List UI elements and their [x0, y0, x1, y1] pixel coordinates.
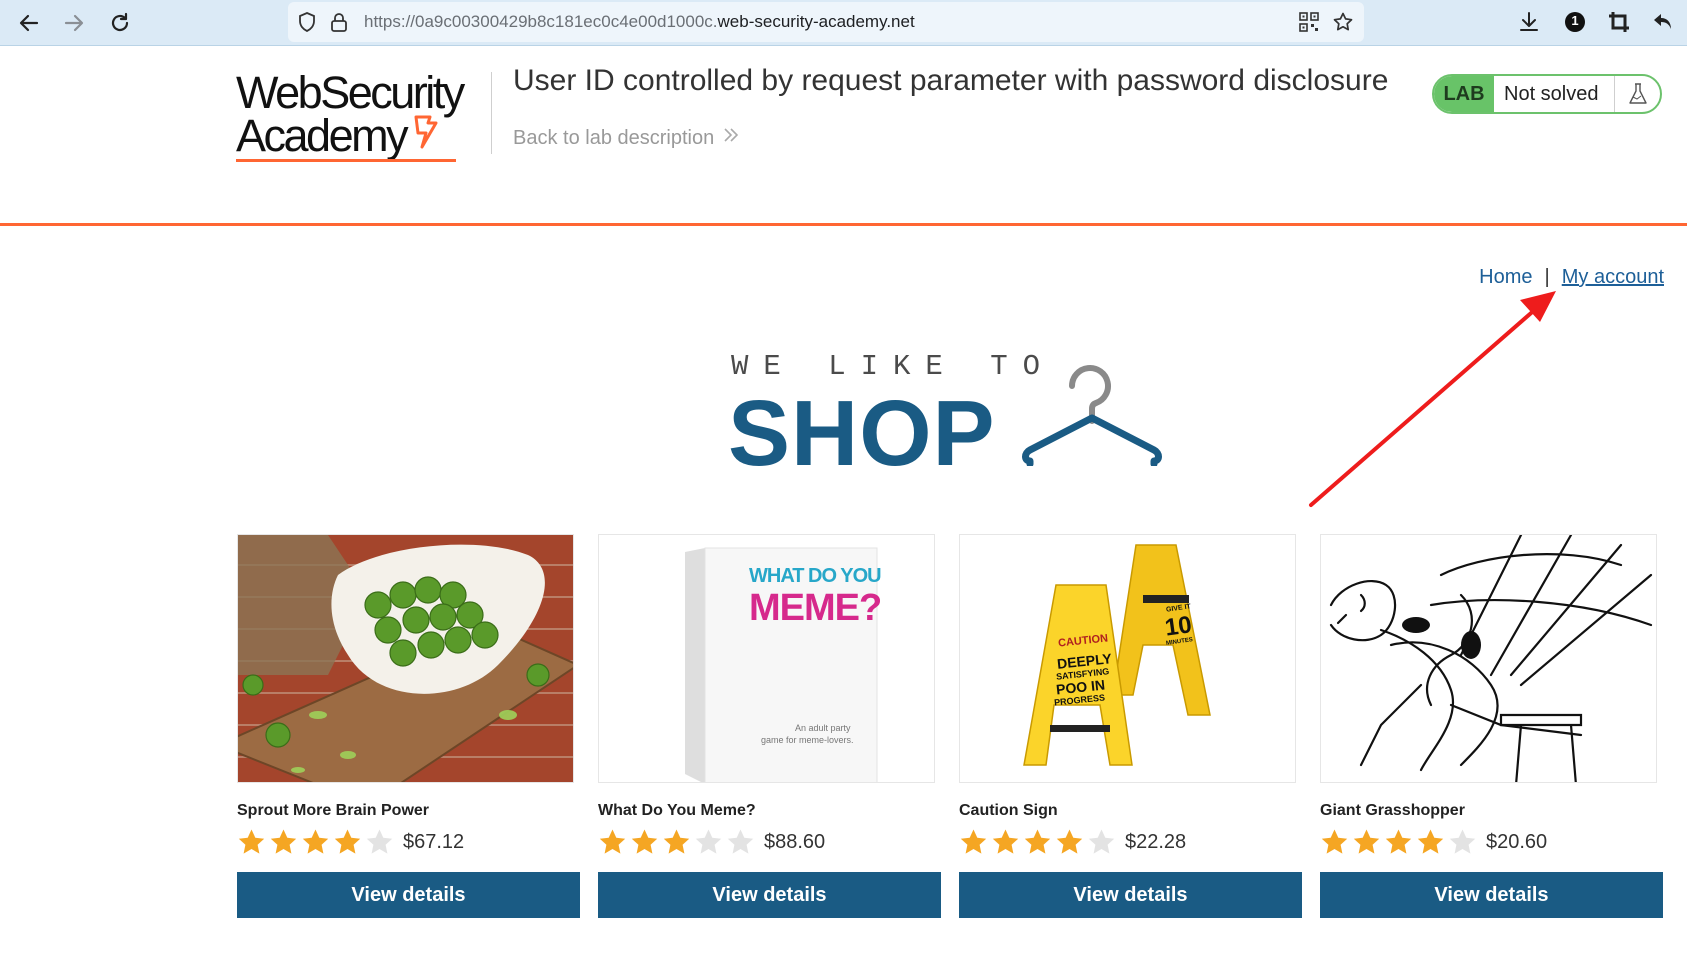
star-filled-icon	[1321, 829, 1348, 854]
view-details-button[interactable]: View details	[237, 872, 580, 918]
star-filled-icon	[334, 829, 361, 854]
forward-arrow-icon[interactable]	[59, 8, 89, 38]
qr-code-icon[interactable]	[1298, 11, 1320, 33]
shield-icon[interactable]	[296, 11, 318, 33]
logo-underline	[236, 159, 456, 162]
meme-box-title-line2: MEME?	[749, 587, 882, 629]
logo-line-2: Academy	[236, 110, 409, 161]
product-name: What Do You Meme?	[598, 802, 756, 819]
star-filled-icon	[1385, 829, 1412, 854]
product-rating: $22.28	[959, 828, 1302, 856]
star-filled-icon	[1056, 829, 1083, 854]
top-nav: Home | My account	[1479, 266, 1664, 289]
star-filled-icon	[1024, 829, 1051, 854]
star-empty-icon	[1088, 829, 1115, 854]
view-details-button[interactable]: View details	[959, 872, 1302, 918]
product-price: $88.60	[764, 830, 826, 853]
meme-box-title-line1: WHAT DO YOU	[749, 565, 882, 587]
nav-separator: |	[1544, 266, 1550, 288]
product-price: $67.12	[403, 830, 465, 853]
star-filled-icon	[238, 829, 265, 854]
star-empty-icon	[695, 829, 722, 854]
star-filled-icon	[270, 829, 297, 854]
back-link-label: Back to lab description	[513, 126, 715, 149]
download-icon[interactable]	[1517, 10, 1541, 34]
hero-tagline: WE LIKE TO	[731, 350, 1056, 383]
my-account-link[interactable]: My account	[1562, 266, 1664, 289]
profile-badge-count: 1	[1571, 13, 1579, 28]
lab-status-widget: LAB Not solved	[1432, 74, 1662, 114]
product-name: Caution Sign	[959, 802, 1058, 819]
star-filled-icon	[992, 829, 1019, 854]
double-chevron-right-icon	[722, 126, 740, 150]
url-prefix: https://0a9c00300429b8c181ec0c4e00d1000c…	[364, 12, 718, 31]
product-name: Sprout More Brain Power	[237, 802, 430, 819]
star-filled-icon	[302, 829, 329, 854]
logo-line-1: WebSecurity	[236, 67, 465, 118]
product-rating: $88.60	[598, 828, 941, 856]
star-filled-icon	[1417, 829, 1444, 854]
star-filled-icon	[960, 829, 987, 854]
star-empty-icon	[727, 829, 754, 854]
product-card: Giant Grasshopper $20.60 View details	[1320, 534, 1663, 918]
meme-box-footer-line1: An adult party	[795, 723, 851, 733]
product-price: $22.28	[1125, 830, 1187, 853]
hero-title: SHOP	[728, 381, 996, 485]
product-image-brussels-sprouts[interactable]	[237, 534, 574, 783]
lab-title: User ID controlled by request parameter …	[513, 64, 1389, 97]
coat-hanger-icon	[1018, 352, 1170, 471]
lab-badge: LAB	[1434, 76, 1494, 112]
lab-status-text: Not solved	[1504, 82, 1599, 105]
star-filled-icon	[631, 829, 658, 854]
star-filled-icon	[599, 829, 626, 854]
meme-box-footer-line2: game for meme-lovers.	[761, 735, 854, 745]
product-price: $20.60	[1486, 830, 1548, 853]
product-card: WHAT DO YOU MEME? An adult party game fo…	[598, 534, 941, 918]
bookmark-star-icon[interactable]	[1332, 11, 1354, 33]
lab-header: WebSecurity Academy User ID controlled b…	[0, 46, 1687, 226]
header-divider	[491, 72, 492, 154]
product-card: Sprout More Brain Power $67.12 View deta…	[237, 534, 580, 918]
undo-arrow-icon[interactable]	[1651, 10, 1675, 34]
back-arrow-icon[interactable]	[14, 8, 44, 38]
product-rating: $20.60	[1320, 828, 1663, 856]
url-text[interactable]: https://0a9c00300429b8c181ec0c4e00d1000c…	[364, 12, 915, 32]
crop-icon[interactable]	[1607, 10, 1631, 34]
lock-icon[interactable]	[328, 11, 350, 33]
star-empty-icon	[366, 829, 393, 854]
star-filled-icon	[1353, 829, 1380, 854]
address-bar[interactable]: https://0a9c00300429b8c181ec0c4e00d1000c…	[288, 2, 1364, 42]
url-domain: web-security-academy.net	[717, 12, 915, 31]
profile-badge-icon[interactable]: 1	[1563, 10, 1587, 34]
back-to-lab-description-link[interactable]: Back to lab description	[513, 126, 740, 150]
flask-icon[interactable]	[1614, 76, 1660, 112]
star-empty-icon	[1449, 829, 1476, 854]
product-name: Giant Grasshopper	[1320, 802, 1465, 819]
product-rating: $67.12	[237, 828, 580, 856]
product-image-caution-sign[interactable]: CAUTION DEEPLY SATISFYING POO IN PROGRES…	[959, 534, 1296, 783]
web-security-academy-logo[interactable]: WebSecurity Academy	[236, 67, 465, 161]
lightning-bolt-icon	[412, 111, 446, 158]
view-details-button[interactable]: View details	[1320, 872, 1663, 918]
home-link[interactable]: Home	[1479, 266, 1532, 289]
product-image-meme-game[interactable]: WHAT DO YOU MEME? An adult party game fo…	[598, 534, 935, 783]
star-filled-icon	[663, 829, 690, 854]
browser-toolbar: https://0a9c00300429b8c181ec0c4e00d1000c…	[0, 0, 1687, 46]
reload-icon[interactable]	[105, 8, 135, 38]
product-image-giant-grasshopper[interactable]	[1320, 534, 1657, 783]
view-details-button[interactable]: View details	[598, 872, 941, 918]
product-card: CAUTION DEEPLY SATISFYING POO IN PROGRES…	[959, 534, 1302, 918]
